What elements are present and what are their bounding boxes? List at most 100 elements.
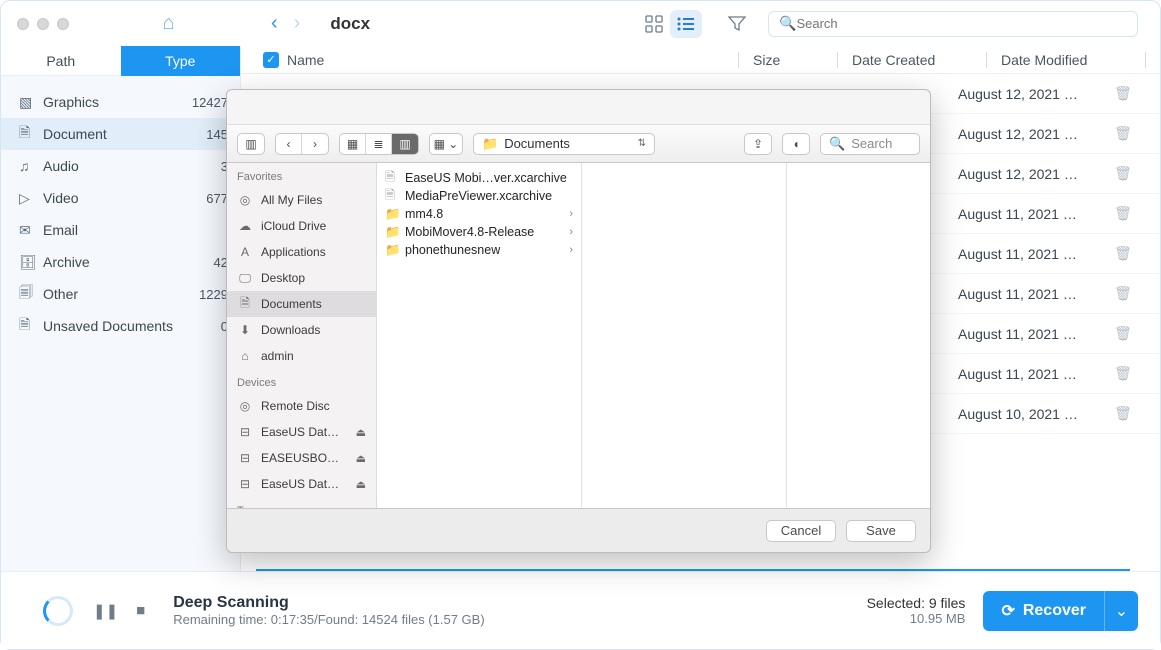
column-entry[interactable]: 📁phonethunesnew › <box>377 241 581 259</box>
sidebar-item-unsaved-documents[interactable]: 🗎 Unsaved Documents 0 <box>1 310 240 342</box>
col-created[interactable]: Date Created <box>852 52 972 68</box>
cell-date-modified: August 11, 2021 … <box>958 206 1108 222</box>
eject-icon[interactable]: ⏏ <box>356 452 366 465</box>
delete-icon[interactable]: 🗑 <box>1108 165 1138 182</box>
category-label: Archive <box>43 254 214 270</box>
fav-icloud-drive[interactable]: ☁ iCloud Drive <box>227 213 376 239</box>
sidebar-label: Documents <box>261 297 322 311</box>
sidebar-item-archive[interactable]: 🗄 Archive 42 <box>1 246 240 278</box>
eject-icon[interactable]: ⏏ <box>356 426 366 439</box>
device-icon: ⊟ <box>237 425 253 439</box>
device-item[interactable]: ⊟ EASEUSBO… ⏏ <box>227 445 376 471</box>
recover-dropdown-icon[interactable]: ⌄ <box>1104 591 1138 631</box>
sidebar-item-audio[interactable]: ♫ Audio 3 <box>1 150 240 182</box>
minimize-window-icon[interactable] <box>37 18 49 30</box>
col-size[interactable]: Size <box>753 52 823 68</box>
nav-back-icon[interactable]: ‹ <box>271 12 278 35</box>
column-entry[interactable]: 🗎MediaPreViewer.xcarchive <box>377 187 581 205</box>
delete-icon[interactable]: 🗑 <box>1108 205 1138 222</box>
fav-admin[interactable]: ⌂ admin <box>227 343 376 369</box>
sidebar-item-document[interactable]: 🗎 Document 145 <box>1 118 240 150</box>
column-entry[interactable]: 📁mm4.8 › <box>377 205 581 223</box>
dlg-path-selector[interactable]: 📁 Documents ⇅ <box>473 133 655 155</box>
select-all-checkbox[interactable]: ✓ <box>263 52 279 68</box>
delete-icon[interactable]: 🗑 <box>1108 245 1138 262</box>
stop-icon[interactable]: ■ <box>136 602 145 620</box>
dlg-column-view-icon[interactable]: ▥ <box>392 134 418 154</box>
dlg-icon-view-icon[interactable]: ▦ <box>340 134 366 154</box>
grid-view-icon[interactable] <box>638 10 670 38</box>
dlg-column-2 <box>582 163 787 508</box>
folder-icon: 📁 <box>385 243 399 258</box>
sidebar: Path Type ▧ Graphics 12427🗎 Document 145… <box>1 46 241 571</box>
column-entry[interactable]: 📁MobiMover4.8-Release › <box>377 223 581 241</box>
category-icon: ✉ <box>19 222 43 239</box>
filter-icon[interactable] <box>722 16 752 32</box>
delete-icon[interactable]: 🗑 <box>1108 85 1138 102</box>
fav-desktop[interactable]: 🖵 Desktop <box>227 265 376 291</box>
nav-forward-icon[interactable]: › <box>294 12 301 35</box>
eject-icon[interactable]: ⏏ <box>356 478 366 491</box>
sidebar-toggle-icon[interactable]: ▥ <box>237 133 265 155</box>
tab-type[interactable]: Type <box>121 46 241 76</box>
scan-title: Deep Scanning <box>173 594 484 612</box>
delete-icon[interactable]: 🗑 <box>1108 325 1138 342</box>
dlg-share-icon[interactable]: ⇪ <box>744 133 772 155</box>
column-entry[interactable]: 🗎EaseUS Mobi…ver.xcarchive <box>377 169 581 187</box>
search-icon: 🔍 <box>779 15 796 32</box>
col-modified[interactable]: Date Modified <box>1001 52 1131 68</box>
sidebar-item-other[interactable]: 🗐 Other 1229 <box>1 278 240 310</box>
col-name[interactable]: Name <box>287 52 724 68</box>
sidebar-item-video[interactable]: ▷ Video 677 <box>1 182 240 214</box>
dlg-path-label: Documents <box>504 136 570 151</box>
delete-icon[interactable]: 🗑 <box>1108 405 1138 422</box>
cell-date-modified: August 11, 2021 … <box>958 246 1108 262</box>
sidebar-item-graphics[interactable]: ▧ Graphics 12427 <box>1 86 240 118</box>
fav-all-my-files[interactable]: ◎ All My Files <box>227 187 376 213</box>
save-button[interactable]: Save <box>846 520 916 542</box>
cell-date-modified: August 12, 2021 … <box>958 126 1108 142</box>
category-icon: 🗎 <box>19 122 43 146</box>
device-label: EASEUSBO… <box>261 451 348 465</box>
dlg-search-box[interactable]: 🔍 Search <box>820 133 920 155</box>
dlg-column-1: 🗎EaseUS Mobi…ver.xcarchive 🗎MediaPreView… <box>377 163 582 508</box>
dialog-titlebar[interactable] <box>227 90 930 125</box>
delete-icon[interactable]: 🗑 <box>1108 125 1138 142</box>
delete-icon[interactable]: 🗑 <box>1108 365 1138 382</box>
device-label: EaseUS Dat… <box>261 425 348 439</box>
close-window-icon[interactable] <box>17 18 29 30</box>
search-box[interactable]: 🔍 <box>768 11 1138 37</box>
sidebar-item-email[interactable]: ✉ Email <box>1 214 240 246</box>
device-item[interactable]: ◎ Remote Disc <box>227 393 376 419</box>
category-label: Other <box>43 286 199 302</box>
sidebar-icon: ☁ <box>237 219 253 233</box>
dlg-tag-icon[interactable]: ◖ <box>782 133 810 155</box>
pause-icon[interactable]: ❚❚ <box>93 602 118 620</box>
chevron-right-icon: › <box>569 244 573 256</box>
fav-applications[interactable]: A Applications <box>227 239 376 265</box>
sidebar-label: Desktop <box>261 271 305 285</box>
fav-documents[interactable]: 🗎 Documents <box>227 291 376 317</box>
search-input[interactable] <box>796 16 1127 31</box>
fav-downloads[interactable]: ⬇ Downloads <box>227 317 376 343</box>
cell-date-modified: August 11, 2021 … <box>958 366 1108 382</box>
dlg-back-icon[interactable]: ‹ <box>276 134 302 154</box>
tab-path[interactable]: Path <box>1 46 121 76</box>
favorites-header: Favorites <box>227 163 376 187</box>
home-icon[interactable]: ⌂ <box>162 12 174 35</box>
device-item[interactable]: ⊟ EaseUS Dat… ⏏ <box>227 419 376 445</box>
dlg-list-view-icon[interactable]: ≣ <box>366 134 392 154</box>
device-label: Remote Disc <box>261 399 366 413</box>
delete-icon[interactable]: 🗑 <box>1108 285 1138 302</box>
category-icon: 🗄 <box>19 254 43 271</box>
zoom-window-icon[interactable] <box>57 18 69 30</box>
list-view-icon[interactable] <box>670 10 702 38</box>
device-item[interactable]: ⊟ EaseUS Dat… ⏏ <box>227 471 376 497</box>
cancel-button[interactable]: Cancel <box>766 520 836 542</box>
chevron-right-icon: › <box>569 226 573 238</box>
dlg-forward-icon[interactable]: › <box>302 134 328 154</box>
device-label: EaseUS Dat… <box>261 477 348 491</box>
category-icon: 🗎 <box>19 314 43 338</box>
dlg-arrange-icon[interactable]: ▦ ⌄ <box>429 133 463 155</box>
recover-button[interactable]: ⟳ Recover ⌄ <box>983 591 1138 631</box>
